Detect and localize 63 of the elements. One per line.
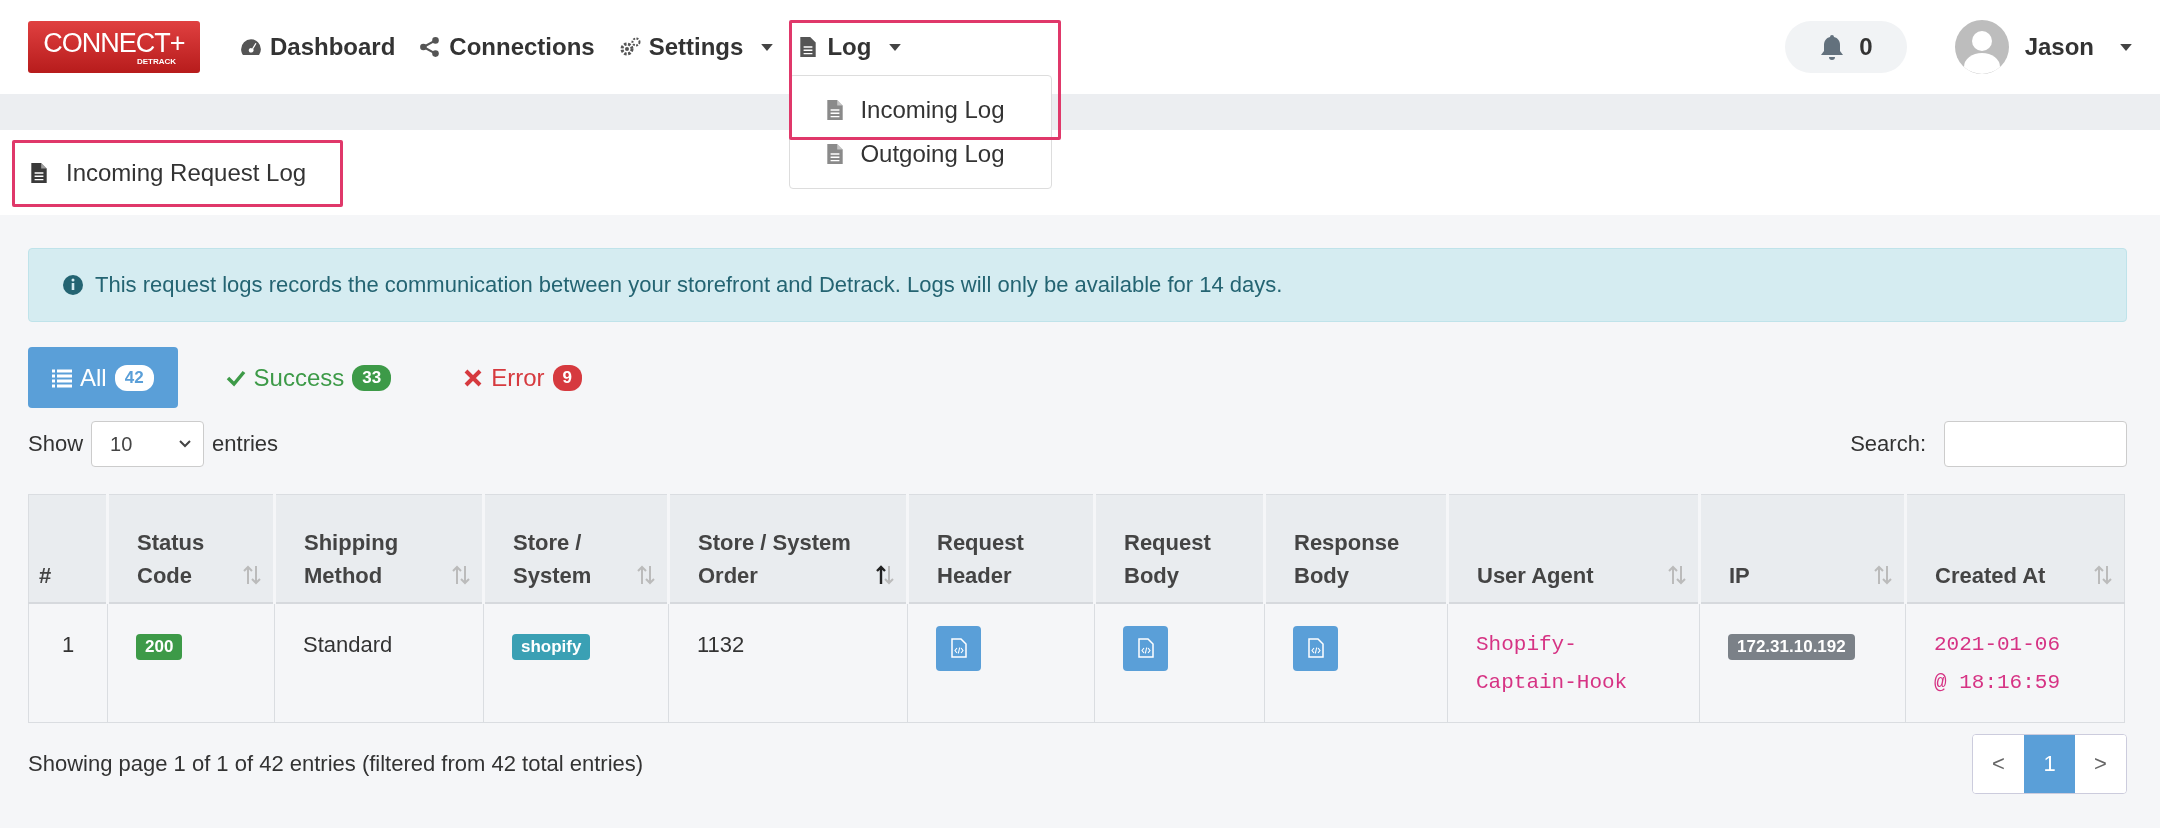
- chevron-down-icon: [179, 440, 192, 448]
- table-cell: 1: [61, 631, 75, 657]
- nav-link[interactable]: Log: [797, 29, 1054, 65]
- alert-text: This request logs records the communication between your storefront and Detrack. Logs will only be available for 14 days.: [95, 272, 1283, 298]
- file-icon: [826, 99, 845, 121]
- close-icon: [463, 367, 484, 388]
- length-label: entries: [212, 431, 279, 457]
- view-code-button[interactable]: [936, 625, 981, 671]
- logo[interactable]: CONNECT+ DETRACK: [28, 21, 200, 73]
- file-icon: [826, 143, 845, 165]
- info-icon: [63, 275, 83, 295]
- status-badge: 200: [136, 633, 183, 660]
- view-code-button[interactable]: [1123, 625, 1168, 671]
- bell-icon: [1819, 33, 1846, 61]
- column-header[interactable]: Request Body: [1094, 494, 1265, 603]
- share-icon: [419, 36, 442, 58]
- notification-button[interactable]: 0: [1785, 21, 1907, 73]
- column-header[interactable]: IP: [1699, 494, 1906, 603]
- table-cell-text: 2021-01-06 @ 18:16:59: [1934, 631, 2062, 696]
- logo-subtitle: DETRACK: [136, 56, 176, 66]
- table-cell: Standard: [303, 631, 393, 657]
- column-header[interactable]: Shipping Method: [274, 494, 484, 603]
- column-header[interactable]: Store / System Order: [668, 494, 908, 603]
- ip-badge: 172.31.10.192: [1728, 633, 1855, 660]
- code-file-icon: [1137, 638, 1154, 658]
- count-badge: 9: [552, 364, 583, 391]
- list-icon: [52, 367, 72, 388]
- count-badge: 42: [114, 364, 154, 391]
- nav-link[interactable]: Connections: [419, 29, 595, 65]
- column-header[interactable]: User Agent: [1447, 494, 1700, 603]
- column-header[interactable]: Created At: [1905, 494, 2125, 603]
- gauge-icon: [240, 36, 262, 58]
- column-header[interactable]: Request Header: [907, 494, 1095, 603]
- sort-icon[interactable]: [874, 563, 896, 586]
- menu-item[interactable]: Incoming Log: [790, 88, 1052, 132]
- avatar-icon: [1954, 20, 2009, 74]
- column-header[interactable]: #: [28, 494, 108, 603]
- search-field[interactable]: [1944, 421, 2127, 467]
- nav-link[interactable]: Dashboard: [240, 29, 396, 65]
- filter-tab[interactable]: Success 33: [201, 347, 416, 408]
- table-cell: 1132: [697, 631, 745, 657]
- length-label: Show: [28, 431, 84, 457]
- file-icon: [30, 161, 48, 184]
- code-file-icon: [1307, 638, 1324, 658]
- column-header[interactable]: Status Code: [107, 494, 275, 603]
- nav-link[interactable]: Settings: [618, 29, 774, 65]
- caret-icon: [2120, 43, 2132, 51]
- view-code-button[interactable]: [1293, 625, 1338, 671]
- user-menu[interactable]: Jason: [1954, 20, 2132, 74]
- logo-title: CONNECT+: [43, 28, 185, 57]
- menu-item[interactable]: Outgoing Log: [790, 132, 1052, 176]
- count-badge: 33: [352, 364, 392, 391]
- search-label: Search:: [1850, 431, 1926, 457]
- store-badge: shopify: [512, 633, 591, 660]
- page-title: Incoming Request Log: [66, 158, 307, 187]
- gears-icon: [618, 36, 641, 58]
- page-size-select[interactable]: 10: [91, 421, 205, 467]
- table-cell-text: Shopify-Captain-Hook: [1476, 631, 1629, 696]
- code-file-icon: [950, 638, 967, 658]
- column-header[interactable]: Response Body: [1264, 494, 1448, 603]
- table-info: Showing page 1 of 1 of 42 entries (filtered from 42 total entries): [28, 751, 644, 777]
- filter-tab[interactable]: Error 9: [439, 347, 607, 408]
- column-header[interactable]: Store / System: [483, 494, 669, 603]
